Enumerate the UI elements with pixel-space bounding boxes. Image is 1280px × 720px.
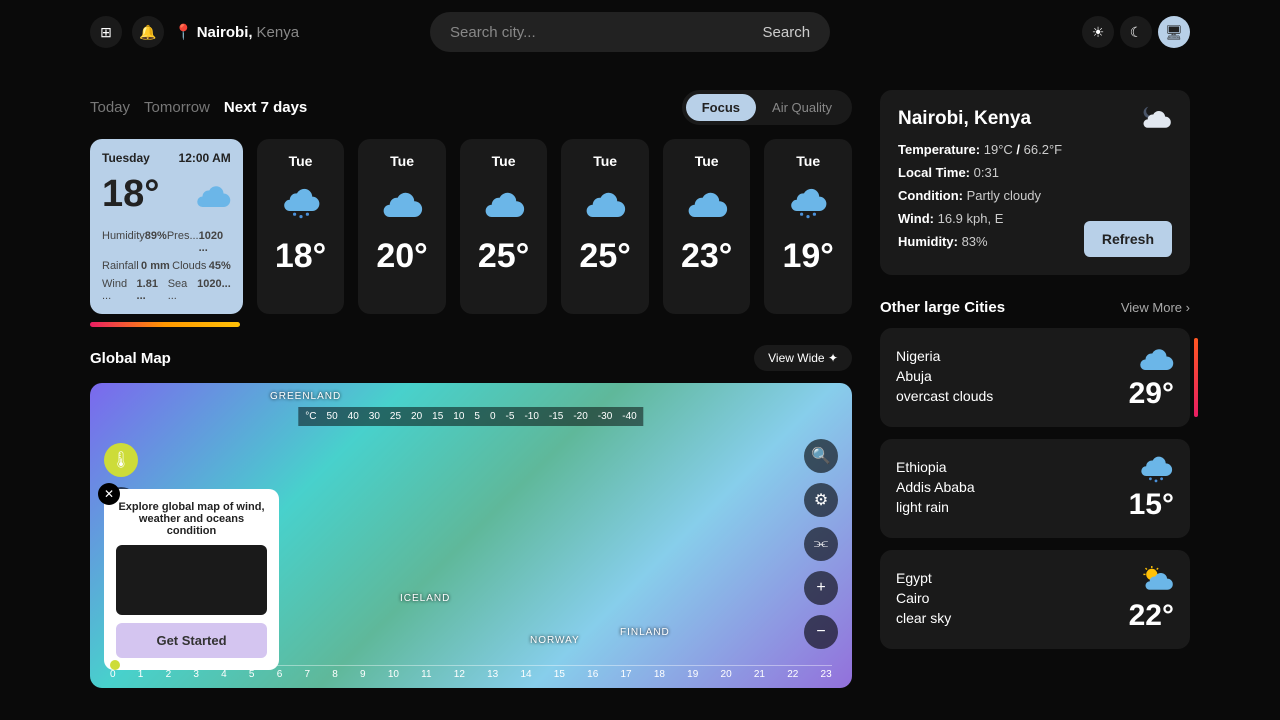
search-button[interactable]: Search <box>751 16 823 49</box>
featured-day: Tuesday <box>102 151 150 165</box>
search-bar: Search <box>430 12 830 52</box>
get-started-button[interactable]: Get Started <box>116 623 267 658</box>
cities-title: Other large Cities <box>880 299 1005 316</box>
tab-today[interactable]: Today <box>90 99 130 116</box>
map-zoom-out-button[interactable]: − <box>804 615 838 649</box>
tab-next7days[interactable]: Next 7 days <box>224 99 307 116</box>
forecast-card[interactable]: Tue 19° <box>764 139 852 314</box>
light-mode-icon[interactable]: ☀ <box>1082 16 1114 48</box>
location-display: 📍 Nairobi,Kenya <box>174 23 299 41</box>
forecast-card[interactable]: Tue 18° <box>257 139 345 314</box>
refresh-button[interactable]: Refresh <box>1084 221 1172 257</box>
city-country: Ethiopia <box>896 459 975 475</box>
city-name: Cairo <box>896 590 951 606</box>
map-share-button[interactable]: ⫘ <box>804 527 838 561</box>
cloud-icon <box>1138 344 1174 372</box>
card-day: Tue <box>796 153 820 169</box>
cloud-icon <box>381 187 423 219</box>
city-card[interactable]: Ethiopia Addis Ababa light rain 15° <box>880 439 1190 538</box>
timeline-hours: 01234567891011121314151617181920212223 <box>110 669 832 680</box>
cloud-icon <box>195 181 231 209</box>
city-card[interactable]: Nigeria Abuja overcast clouds 29° <box>880 328 1190 427</box>
tab-tomorrow[interactable]: Tomorrow <box>144 99 210 116</box>
timeline-track[interactable] <box>120 665 832 666</box>
system-mode-icon[interactable]: 🖥 <box>1158 16 1190 48</box>
forecast-card-featured[interactable]: Tuesday12:00 AM 18° Humidity89%Pres...10… <box>90 139 243 314</box>
sun-icon <box>1138 566 1174 594</box>
map-label-norway: NORWAY <box>530 635 580 646</box>
popup-preview <box>116 545 267 615</box>
forecast-card[interactable]: Tue 23° <box>663 139 751 314</box>
rain-icon <box>787 187 829 219</box>
city-condition: clear sky <box>896 610 951 626</box>
city-condition: overcast clouds <box>896 388 993 404</box>
forecast-card[interactable]: Tue 25° <box>460 139 548 314</box>
cloud-icon <box>584 187 626 219</box>
card-temp: 25° <box>478 237 529 276</box>
rain-icon <box>1138 455 1174 483</box>
close-icon[interactable]: ✕ <box>98 483 120 505</box>
card-day: Tue <box>695 153 719 169</box>
tab-focus[interactable]: Focus <box>686 94 756 121</box>
card-temp: 23° <box>681 237 732 276</box>
card-temp: 19° <box>782 237 833 276</box>
location-info-card: Nairobi, Kenya Temperature: 19°C / 66.2°… <box>880 90 1190 275</box>
temperature-gradient-bar <box>90 322 240 327</box>
map-intro-popup: ✕ Explore global map of wind, weather an… <box>104 489 279 670</box>
map-label-finland: FINLAND <box>620 627 670 638</box>
city-temp: 29° <box>1129 377 1174 411</box>
card-temp: 25° <box>579 237 630 276</box>
map-zoom-in-button[interactable]: + <box>804 571 838 605</box>
view-more-button[interactable]: View More › <box>1121 300 1190 315</box>
city-temp: 22° <box>1129 599 1174 633</box>
notifications-icon[interactable]: 🔔 <box>132 16 164 48</box>
location-city: Nairobi, <box>197 24 253 41</box>
card-day: Tue <box>289 153 313 169</box>
cloud-icon <box>686 187 728 219</box>
card-temp: 20° <box>376 237 427 276</box>
info-title: Nairobi, Kenya <box>898 108 1172 130</box>
dark-mode-icon[interactable]: ☾ <box>1120 16 1152 48</box>
time-range-tabs: Today Tomorrow Next 7 days <box>90 99 307 116</box>
city-country: Egypt <box>896 570 951 586</box>
pin-icon: 📍 <box>174 23 193 41</box>
featured-time: 12:00 AM <box>179 151 231 165</box>
city-condition: light rain <box>896 499 975 515</box>
city-country: Nigeria <box>896 348 993 364</box>
moon-cloud-icon <box>1136 104 1172 132</box>
map-settings-button[interactable]: ⚙ <box>804 483 838 517</box>
apps-icon[interactable]: ⊞ <box>90 16 122 48</box>
forecast-card[interactable]: Tue 20° <box>358 139 446 314</box>
card-day: Tue <box>390 153 414 169</box>
city-card[interactable]: Egypt Cairo clear sky 22° <box>880 550 1190 649</box>
city-name: Addis Ababa <box>896 479 975 495</box>
forecast-card[interactable]: Tue 25° <box>561 139 649 314</box>
map-label-iceland: ICELAND <box>400 593 450 604</box>
rain-icon <box>280 187 322 219</box>
temperature-scale: °C5040302520151050-5-10-15-20-30-40 <box>298 407 643 426</box>
featured-temp: 18° <box>102 173 159 216</box>
popup-text: Explore global map of wind, weather and … <box>116 501 267 537</box>
view-wide-button[interactable]: View Wide ✦ <box>754 345 852 371</box>
global-map[interactable]: GREENLAND ICELAND NORWAY FINLAND °C50403… <box>90 383 852 688</box>
map-search-button[interactable]: 🔍 <box>804 439 838 473</box>
card-day: Tue <box>492 153 516 169</box>
tab-air-quality[interactable]: Air Quality <box>756 94 848 121</box>
city-name: Abuja <box>896 368 993 384</box>
city-temp: 15° <box>1129 488 1174 522</box>
map-title: Global Map <box>90 350 171 367</box>
location-country: Kenya <box>257 24 300 41</box>
card-day: Tue <box>593 153 617 169</box>
search-input[interactable] <box>450 24 750 41</box>
card-temp: 18° <box>275 237 326 276</box>
map-label-greenland: GREENLAND <box>270 391 341 402</box>
temperature-layer-button[interactable]: 🌡 <box>104 443 138 477</box>
cloud-icon <box>483 187 525 219</box>
mode-tabs: Focus Air Quality <box>682 90 852 125</box>
